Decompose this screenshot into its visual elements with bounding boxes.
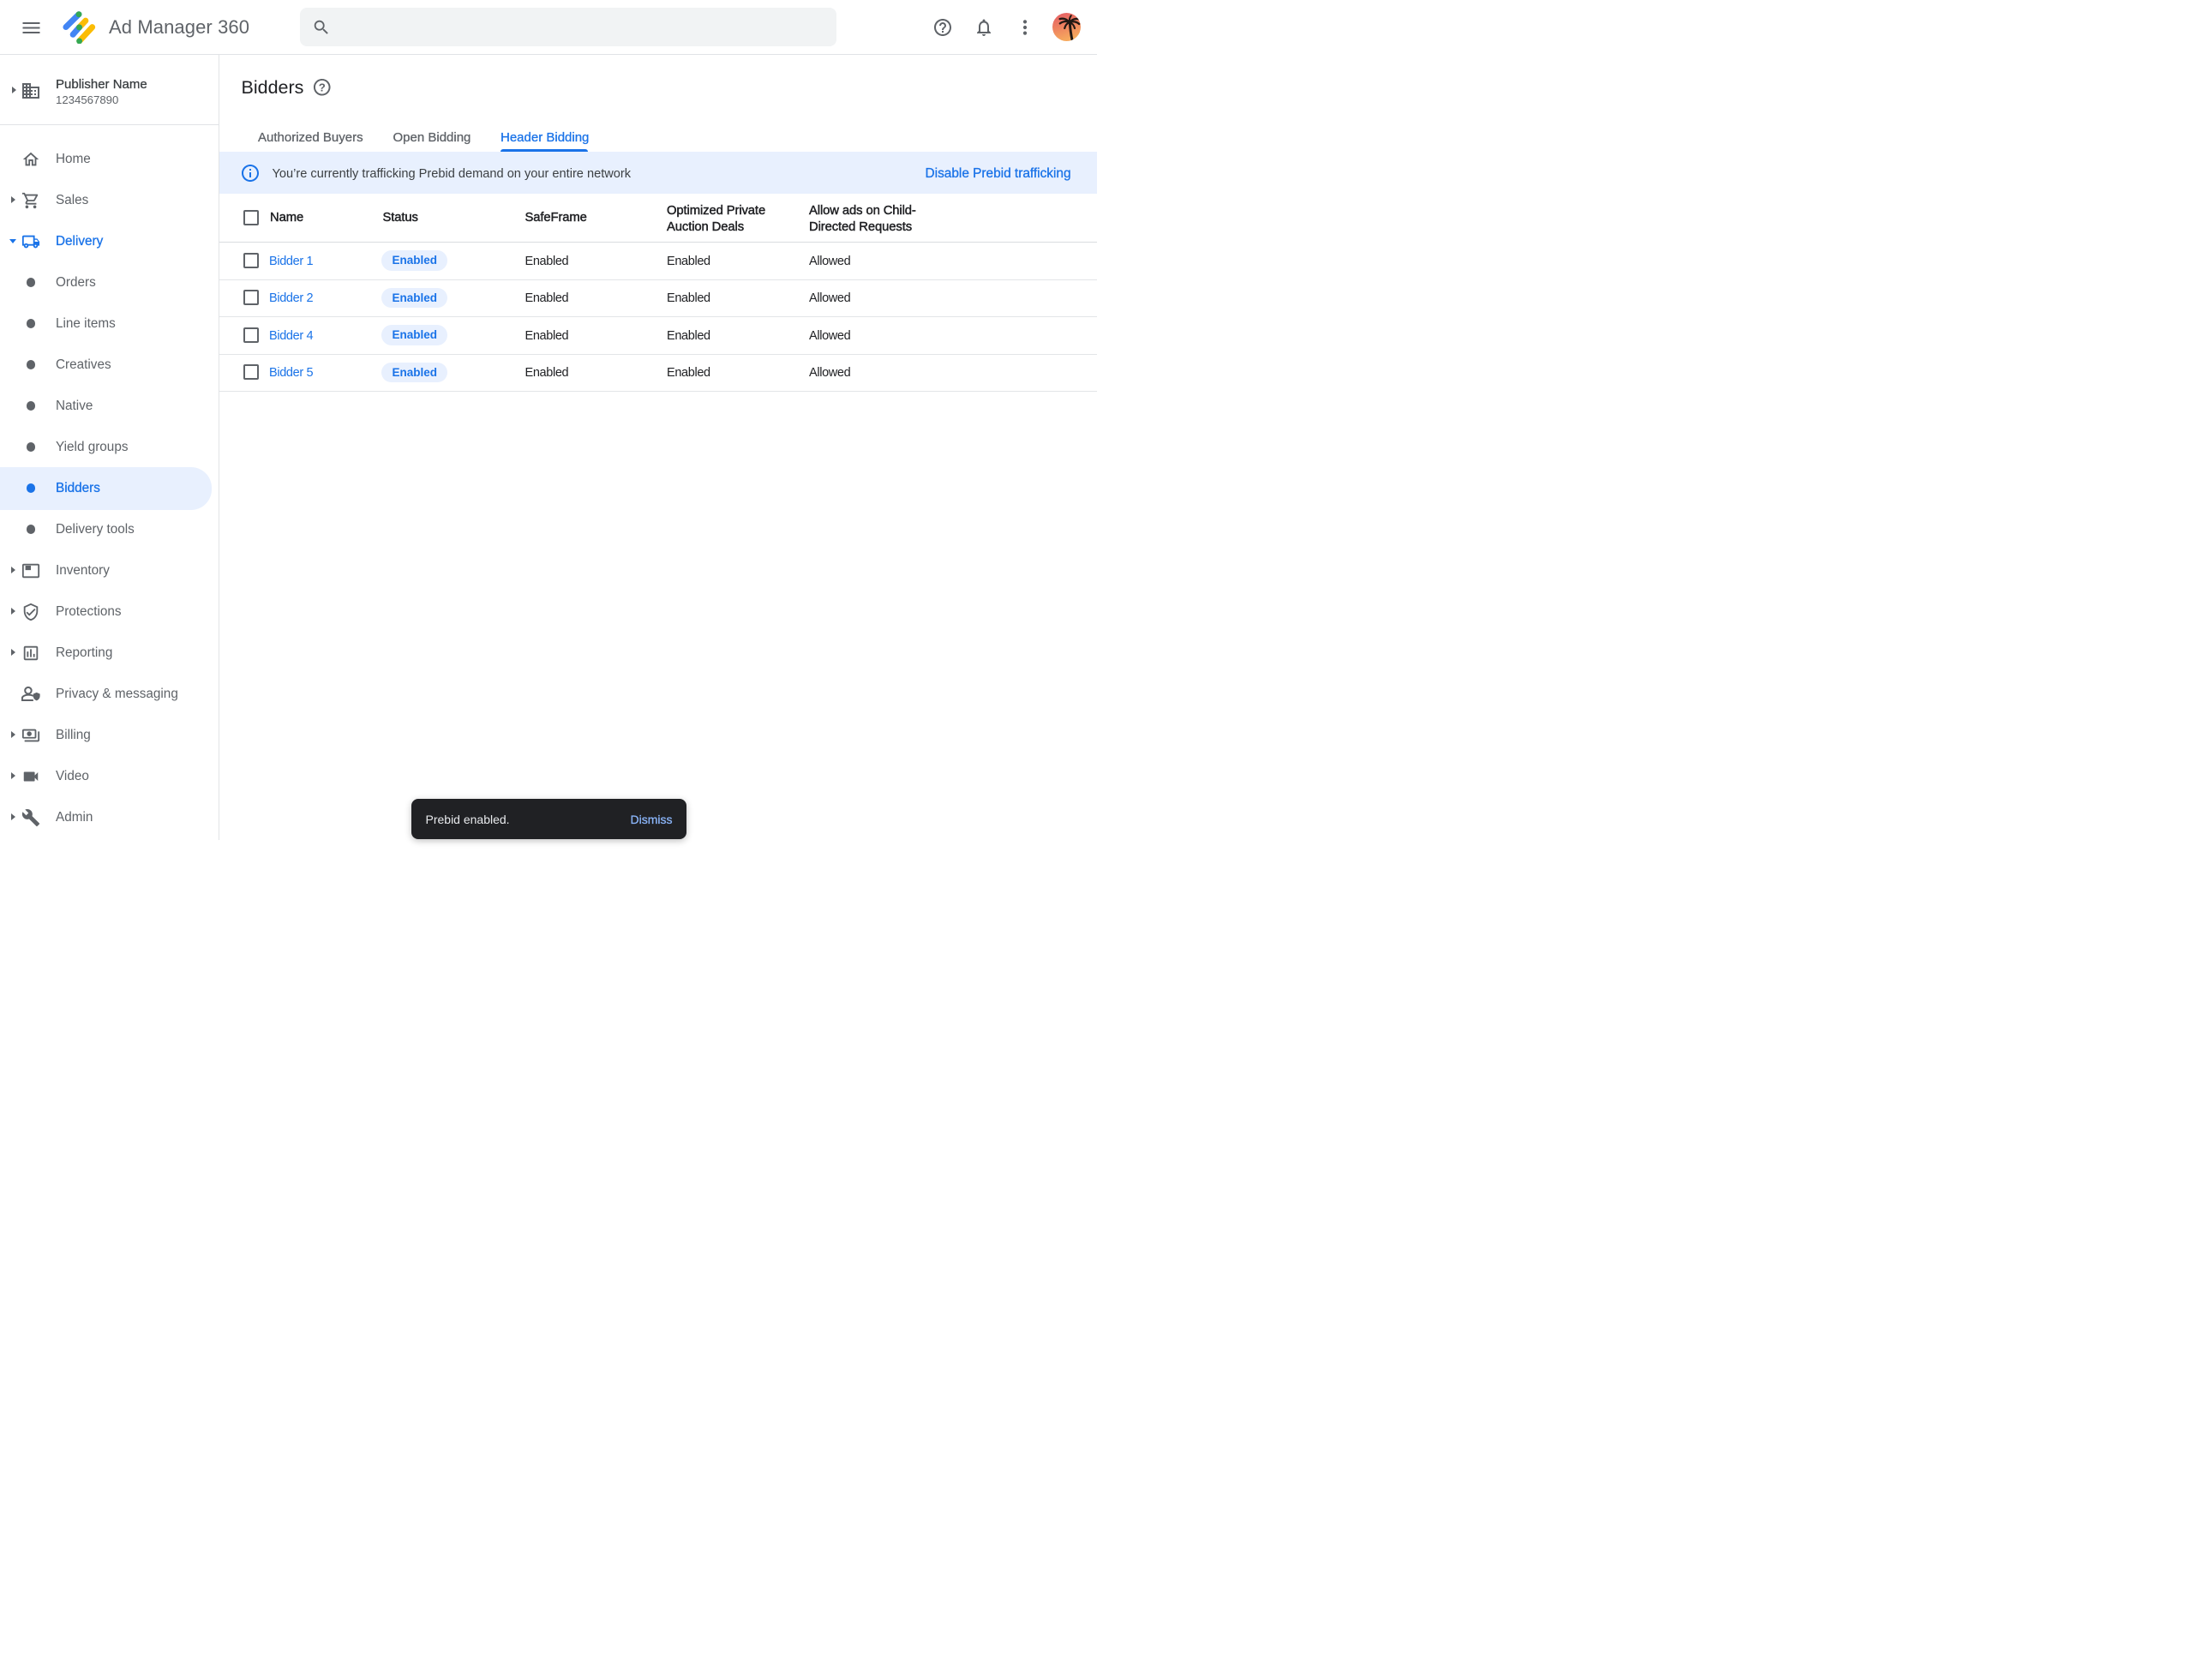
svg-text:?: ? [319, 81, 326, 93]
